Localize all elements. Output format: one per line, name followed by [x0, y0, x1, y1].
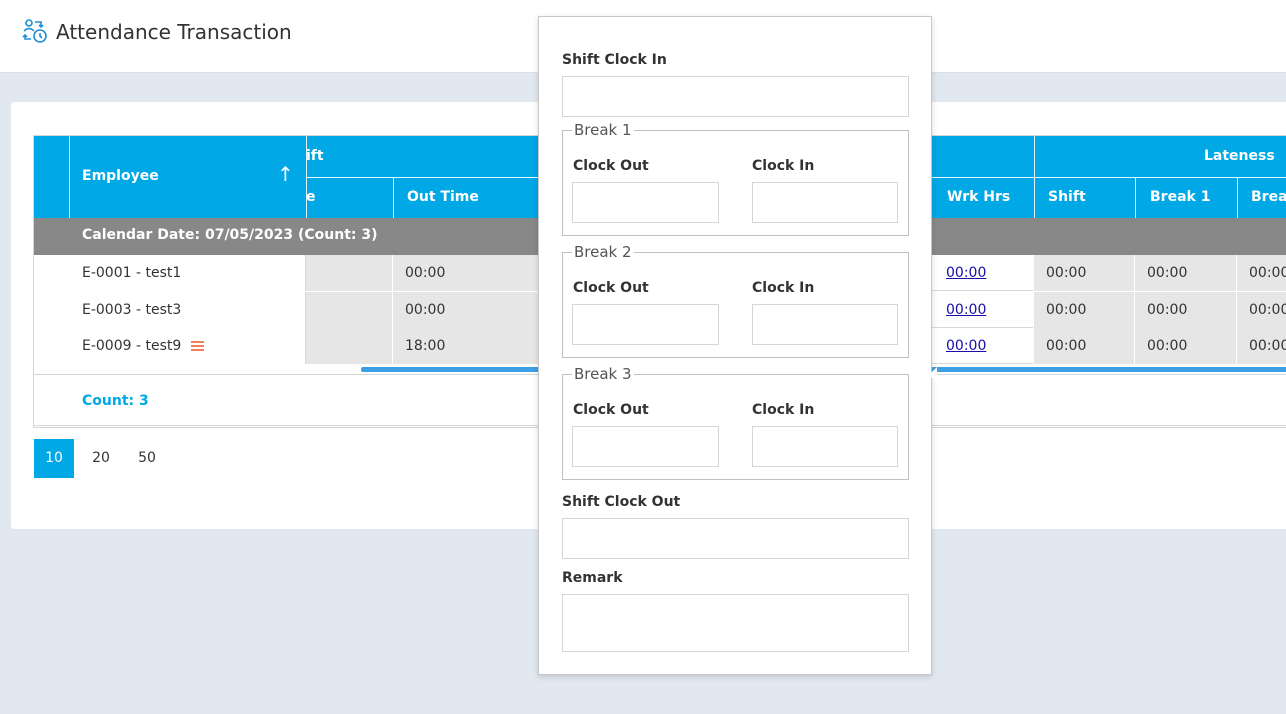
page-size-50[interactable]: 50: [127, 439, 167, 478]
wrk-hrs-link[interactable]: 00:00: [946, 265, 986, 281]
break2-legend: Break 2: [572, 243, 634, 261]
sort-ascending-icon[interactable]: ↑: [277, 162, 294, 186]
out-time-cell: 00:00: [393, 255, 543, 291]
break1-clock-in-label: Clock In: [752, 158, 815, 174]
shift-clock-out-input[interactable]: [562, 518, 909, 559]
in-time-cell: [306, 328, 393, 364]
employee-cell: E-0003 - test3: [34, 292, 306, 328]
wrk-hrs-link[interactable]: 00:00: [946, 302, 986, 318]
break3-clock-in-input[interactable]: [752, 426, 898, 467]
group-row-label: Calendar Date: 07/05/2023 (Count: 3): [82, 227, 378, 243]
late-shift-cell: 00:00: [1034, 328, 1135, 364]
employee-header-label: Employee: [82, 168, 159, 184]
header-divider: [69, 136, 70, 218]
late-break1-cell: 00:00: [1135, 255, 1237, 291]
employee-cell: E-0009 - test9: [34, 328, 306, 364]
late-break-cell: 00:00: [1237, 292, 1286, 328]
in-time-cell: [306, 292, 393, 328]
employee-cell: E-0001 - test1: [34, 255, 306, 291]
shift-clock-out-label: Shift Clock Out: [562, 494, 681, 510]
out-time-cell: 18:00: [393, 328, 543, 364]
break2-clock-out-input[interactable]: [572, 304, 719, 345]
late-break-header-label: Brea: [1251, 189, 1286, 205]
page-size-10[interactable]: 10: [34, 439, 74, 478]
break3-clock-in-label: Clock In: [752, 402, 815, 418]
row-menu-icon[interactable]: [191, 339, 205, 353]
break2-clock-in-label: Clock In: [752, 280, 815, 296]
out-time-cell: 00:00: [393, 292, 543, 328]
footer-count: Count: 3: [82, 393, 149, 409]
header-divider: [1135, 177, 1136, 218]
late-break-cell: 00:00: [1237, 328, 1286, 364]
shift-clock-in-label: Shift Clock In: [562, 52, 667, 68]
employee-name: E-0009 - test9: [82, 338, 182, 354]
wrk-hrs-cell: 00:00: [934, 255, 1034, 291]
break3-clock-out-input[interactable]: [572, 426, 719, 467]
shift-group-label: ift: [306, 148, 324, 164]
break2-clock-out-label: Clock Out: [573, 280, 649, 296]
wrk-hrs-link[interactable]: 00:00: [946, 338, 986, 354]
break1-clock-out-input[interactable]: [572, 182, 719, 223]
late-shift-cell: 00:00: [1034, 255, 1135, 291]
page-size-20[interactable]: 20: [81, 439, 121, 478]
break3-legend: Break 3: [572, 365, 634, 383]
lateness-group-label: Lateness: [1204, 148, 1275, 164]
late-break1-header-label: Break 1: [1150, 189, 1211, 205]
late-shift-header-label: Shift: [1048, 189, 1086, 205]
attendance-icon: [22, 19, 47, 43]
break1-clock-in-input[interactable]: [752, 182, 898, 223]
header-divider: [393, 177, 394, 218]
in-time-cell: [306, 255, 393, 291]
shift-clock-in-input[interactable]: [562, 76, 909, 117]
wrk-hrs-header-label: Wrk Hrs: [947, 189, 1011, 205]
late-break-cell: 00:00: [1237, 255, 1286, 291]
wrk-hrs-cell: 00:00: [934, 292, 1034, 328]
page-title: Attendance Transaction: [56, 20, 292, 44]
employee-header[interactable]: Employee ↑: [69, 136, 306, 218]
out-time-header-label: Out Time: [407, 189, 479, 205]
break1-legend: Break 1: [572, 121, 634, 139]
late-break1-cell: 00:00: [1135, 328, 1237, 364]
break3-clock-out-label: Clock Out: [573, 402, 649, 418]
select-header[interactable]: [34, 136, 69, 218]
late-shift-cell: 00:00: [1034, 292, 1135, 328]
popup-caret: [929, 367, 937, 383]
remark-label: Remark: [562, 570, 623, 586]
remark-input[interactable]: [562, 594, 909, 652]
break1-clock-out-label: Clock Out: [573, 158, 649, 174]
in-time-header-label: e: [306, 189, 316, 205]
clock-edit-popup: Shift Clock In Break 1 Clock Out Clock I…: [538, 16, 937, 675]
wrk-hrs-cell: 00:00: [934, 328, 1034, 364]
late-break1-cell: 00:00: [1135, 292, 1237, 328]
break2-clock-in-input[interactable]: [752, 304, 898, 345]
header-divider: [1237, 177, 1238, 218]
